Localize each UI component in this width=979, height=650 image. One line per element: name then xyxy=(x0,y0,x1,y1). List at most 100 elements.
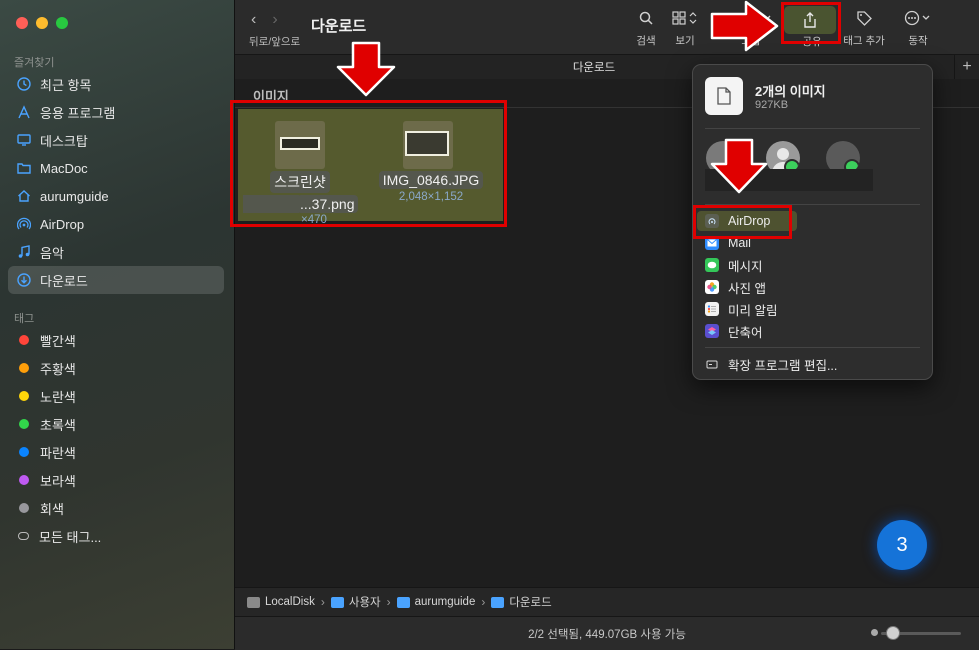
path-separator-icon: › xyxy=(481,595,486,609)
sidebar-item-label: AirDrop xyxy=(40,216,85,232)
status-bar: 2/2 선택됨, 449.07GB 사용 가능 xyxy=(235,616,979,650)
window-title: 다운로드 xyxy=(311,18,367,35)
tag-label: 초록색 xyxy=(40,417,76,433)
tag-dot xyxy=(19,447,29,457)
clock-icon xyxy=(16,76,32,92)
sidebar-tag-green[interactable]: 초록색 xyxy=(8,410,224,438)
tag-dot xyxy=(19,503,29,513)
sidebar-item-label: 음악 xyxy=(40,245,64,261)
close-button[interactable] xyxy=(16,17,28,29)
favorites-section-title: 즐겨찾기 xyxy=(14,57,55,69)
view-button[interactable]: 보기 xyxy=(667,8,703,48)
share-option-reminders[interactable]: 미리 알림 xyxy=(705,299,777,319)
slider-knob[interactable] xyxy=(886,626,900,640)
add-tag-button[interactable]: 태그 추가 xyxy=(841,8,887,48)
ellipsis-circle-icon xyxy=(901,8,935,28)
sidebar-item-airdrop[interactable]: AirDrop xyxy=(8,210,224,238)
favorites-list: 최근 항목 응용 프로그램 데스크탑 MacDoc aurumguide Air… xyxy=(8,70,224,294)
step-number-badge: 3 xyxy=(877,520,927,570)
document-icon xyxy=(705,77,743,115)
icon-size-slider[interactable] xyxy=(871,626,961,640)
sidebar-tag-gray[interactable]: 회색 xyxy=(8,494,224,522)
disk-icon xyxy=(247,596,260,608)
path-item[interactable]: 다운로드 xyxy=(509,594,551,610)
path-bar: LocalDisk › 사용자 › aurumguide › 다운로드 xyxy=(235,587,979,616)
sidebar-tag-blue[interactable]: 파란색 xyxy=(8,438,224,466)
path-separator-icon: › xyxy=(386,595,391,609)
share-option-label: 메시지 xyxy=(728,259,763,274)
minimize-button[interactable] xyxy=(36,17,48,29)
sidebar-tag-red[interactable]: 빨간색 xyxy=(8,326,224,354)
sidebar-item-desktop[interactable]: 데스크탑 xyxy=(8,126,224,154)
share-option-photos[interactable]: 사진 앱 xyxy=(705,277,766,297)
sidebar-all-tags[interactable]: 모든 태그... xyxy=(8,522,224,550)
desktop-icon xyxy=(16,132,32,148)
edit-extensions-label: 확장 프로그램 편집... xyxy=(728,358,838,373)
apps-icon xyxy=(16,104,32,120)
sidebar-tag-orange[interactable]: 주황색 xyxy=(8,354,224,382)
sidebar-tag-purple[interactable]: 보라색 xyxy=(8,466,224,494)
sidebar-item-label: 응용 프로그램 xyxy=(40,105,116,121)
tag-dot xyxy=(19,391,29,401)
slider-min-icon xyxy=(871,629,878,636)
tag-icon xyxy=(841,8,887,28)
sidebar-item-recents[interactable]: 최근 항목 xyxy=(8,70,224,98)
search-icon xyxy=(631,8,661,28)
action-button[interactable]: 동작 xyxy=(901,8,935,48)
sidebar-tag-yellow[interactable]: 노란색 xyxy=(8,382,224,410)
tag-label: 노란색 xyxy=(40,389,76,405)
tags-list: 빨간색 주황색 노란색 초록색 파란색 보라색 회색 모든 태그... xyxy=(8,326,224,550)
tag-label: 빨간색 xyxy=(40,333,76,349)
highlight-box-share xyxy=(781,2,841,44)
downloads-folder-icon xyxy=(491,596,505,608)
search-button[interactable]: 검색 xyxy=(631,8,661,48)
sidebar: 즐겨찾기 최근 항목 응용 프로그램 데스크탑 MacDoc aurumguid… xyxy=(0,0,235,649)
tag-label: 파란색 xyxy=(40,445,76,461)
tags-section-title: 태그 xyxy=(14,313,35,325)
highlight-box-airdrop xyxy=(693,205,792,239)
back-chevron-icon[interactable]: ‹ xyxy=(251,11,256,29)
down-arrow-annotation-files xyxy=(336,41,396,97)
popover-divider xyxy=(705,128,920,129)
home-icon xyxy=(16,188,32,204)
tag-dot xyxy=(19,419,29,429)
path-item[interactable]: LocalDisk xyxy=(265,596,315,608)
sidebar-item-home[interactable]: aurumguide xyxy=(8,182,224,210)
share-option-shortcuts[interactable]: 단축어 xyxy=(705,321,763,341)
airdrop-icon xyxy=(16,216,32,232)
grid-view-icon xyxy=(667,8,703,28)
tag-dot xyxy=(19,335,29,345)
tag-dot xyxy=(19,475,29,485)
sidebar-item-label: MacDoc xyxy=(40,160,88,176)
forward-chevron-icon[interactable]: › xyxy=(272,11,277,29)
zoom-button[interactable] xyxy=(56,17,68,29)
add-tag-label: 태그 추가 xyxy=(843,35,885,47)
share-option-messages[interactable]: 메시지 xyxy=(705,255,763,275)
edit-extensions-item[interactable]: 확장 프로그램 편집... xyxy=(705,354,837,374)
messages-icon xyxy=(705,258,719,272)
sidebar-item-applications[interactable]: 응용 프로그램 xyxy=(8,98,224,126)
new-tab-plus-icon[interactable]: + xyxy=(954,55,979,79)
home-folder-icon xyxy=(396,596,410,608)
share-option-label: 미리 알림 xyxy=(728,303,778,318)
sidebar-item-label: 최근 항목 xyxy=(40,77,92,93)
sidebar-item-music[interactable]: 음악 xyxy=(8,238,224,266)
sidebar-item-label: 데스크탑 xyxy=(40,133,88,149)
right-arrow-annotation-share xyxy=(710,0,779,52)
shortcuts-icon xyxy=(705,324,719,338)
all-tags-icon xyxy=(18,532,29,540)
share-option-label: 단축어 xyxy=(728,325,763,340)
reminders-icon xyxy=(705,302,719,316)
share-option-label: 사진 앱 xyxy=(728,281,766,296)
tag-label: 모든 태그... xyxy=(39,529,102,545)
folder-icon xyxy=(330,596,344,608)
folder-icon xyxy=(16,160,32,176)
share-title: 2개의 이미지 xyxy=(755,84,826,99)
photos-icon xyxy=(705,280,719,294)
path-item[interactable]: 사용자 xyxy=(349,594,381,610)
path-item[interactable]: aurumguide xyxy=(415,596,476,608)
tag-label: 보라색 xyxy=(40,473,76,489)
sidebar-item-downloads[interactable]: 다운로드 xyxy=(8,266,224,294)
finder-window: 즐겨찾기 최근 항목 응용 프로그램 데스크탑 MacDoc aurumguid… xyxy=(0,0,979,650)
sidebar-item-macdoc[interactable]: MacDoc xyxy=(8,154,224,182)
